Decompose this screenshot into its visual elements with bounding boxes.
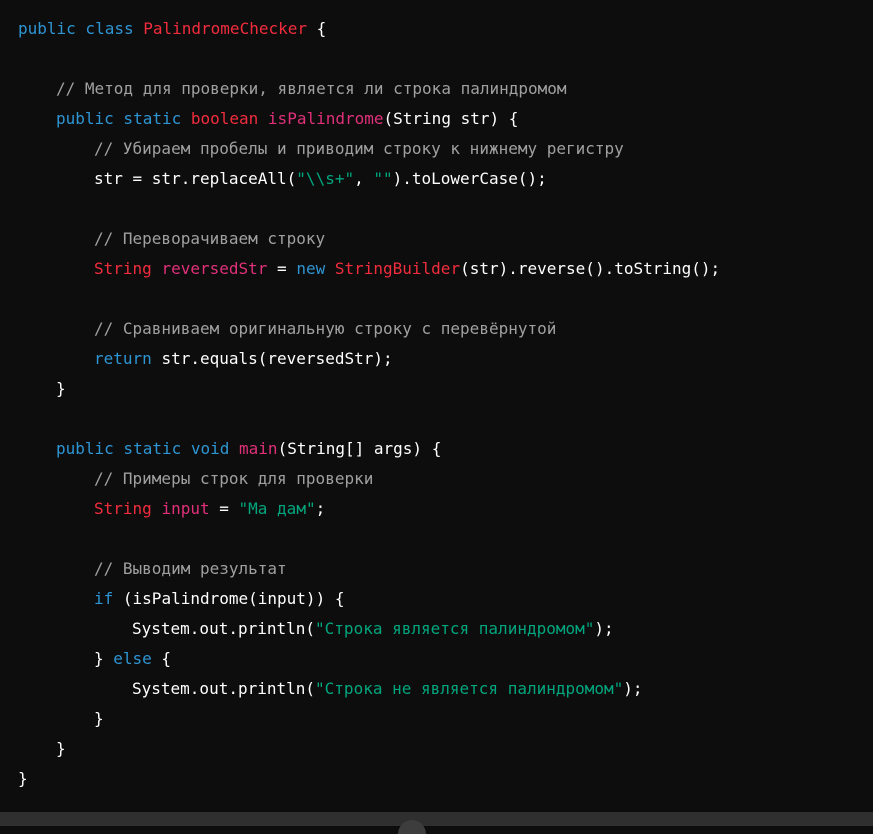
code-token: reversedStr <box>161 259 268 278</box>
code-token: System.out.println( <box>132 679 316 698</box>
code-line: // Метод для проверки, является ли строк… <box>18 74 873 104</box>
code-token: (isPalindrome(input)) { <box>122 589 345 608</box>
code-token: "Ма дам" <box>238 499 316 518</box>
code-token: isPalindrome <box>267 109 384 128</box>
code-token: String <box>94 499 162 518</box>
code-lines: public class PalindromeChecker { // Метод… <box>18 14 873 794</box>
code-line: public static boolean isPalindrome(Strin… <box>18 104 873 134</box>
code-line: } else { <box>18 644 873 674</box>
code-token: (String str) { <box>383 109 519 128</box>
code-token: if <box>94 589 123 608</box>
bottom-bar <box>0 812 873 826</box>
code-line: // Переворачиваем строку <box>18 224 873 254</box>
code-line: System.out.println("Строка является пали… <box>18 614 873 644</box>
code-token: ); <box>594 619 614 638</box>
code-line: String input = "Ма дам"; <box>18 494 873 524</box>
code-token: input <box>161 499 210 518</box>
code-token: // Убираем пробелы и приводим строку к н… <box>94 139 624 158</box>
code-token: String <box>94 259 162 278</box>
code-token: new <box>296 259 335 278</box>
code-line: System.out.println("Строка не является п… <box>18 674 873 704</box>
code-token: = <box>267 259 297 278</box>
code-line: } <box>18 704 873 734</box>
code-token: "Строка является палиндромом" <box>315 619 595 638</box>
code-block[interactable]: public class PalindromeChecker { // Метод… <box>0 0 873 812</box>
code-token: (String[] args) { <box>277 439 442 458</box>
code-token: // Примеры строк для проверки <box>94 469 374 488</box>
code-token: PalindromeChecker <box>143 19 307 38</box>
code-line: // Убираем пробелы и приводим строку к н… <box>18 134 873 164</box>
code-token: boolean <box>190 109 268 128</box>
code-line: public static void main(String[] args) { <box>18 434 873 464</box>
code-token: } <box>56 379 66 398</box>
code-token: System.out.println( <box>132 619 316 638</box>
code-token: } <box>18 769 28 788</box>
code-token: ); <box>623 679 643 698</box>
code-token: } <box>56 739 66 758</box>
code-line: str = str.replaceAll("\\s+", "").toLower… <box>18 164 873 194</box>
code-token: else <box>113 649 152 668</box>
code-token: // Метод для проверки, является ли строк… <box>56 79 567 98</box>
code-line: // Сравниваем оригинальную строку с пере… <box>18 314 873 344</box>
code-token: ).toLowerCase(); <box>392 169 547 188</box>
code-line: if (isPalindrome(input)) { <box>18 584 873 614</box>
code-token: return <box>94 349 162 368</box>
code-token: { <box>151 649 172 668</box>
code-token: StringBuilder <box>334 259 461 278</box>
code-token: public static <box>56 109 191 128</box>
code-token: str.equals(reversedStr); <box>161 349 393 368</box>
code-line: // Примеры строк для проверки <box>18 464 873 494</box>
code-token: "\\s+" <box>296 169 355 188</box>
code-token: // Выводим результат <box>94 559 287 578</box>
code-token: } <box>94 709 104 728</box>
code-line: } <box>18 764 873 794</box>
code-token: ; <box>315 499 326 518</box>
code-token: // Переворачиваем строку <box>94 229 326 248</box>
code-token: public class <box>18 19 144 38</box>
code-line: } <box>18 734 873 764</box>
code-token: public static void <box>56 439 240 458</box>
code-token: "" <box>373 169 393 188</box>
code-token: { <box>307 19 327 38</box>
code-token: (str).reverse().toString(); <box>460 259 721 278</box>
code-line: return str.equals(reversedStr); <box>18 344 873 374</box>
code-line: // Выводим результат <box>18 554 873 584</box>
code-line: String reversedStr = new StringBuilder(s… <box>18 254 873 284</box>
code-token: , <box>354 169 374 188</box>
code-token: "Строка не является палиндромом" <box>315 679 624 698</box>
code-line: } <box>18 374 873 404</box>
code-line: public class PalindromeChecker { <box>18 14 873 44</box>
code-token: str = str.replaceAll( <box>94 169 297 188</box>
code-token: main <box>239 439 278 458</box>
code-token: = <box>209 499 239 518</box>
code-token: } <box>94 649 114 668</box>
code-token: // Сравниваем оригинальную строку с пере… <box>94 319 557 338</box>
